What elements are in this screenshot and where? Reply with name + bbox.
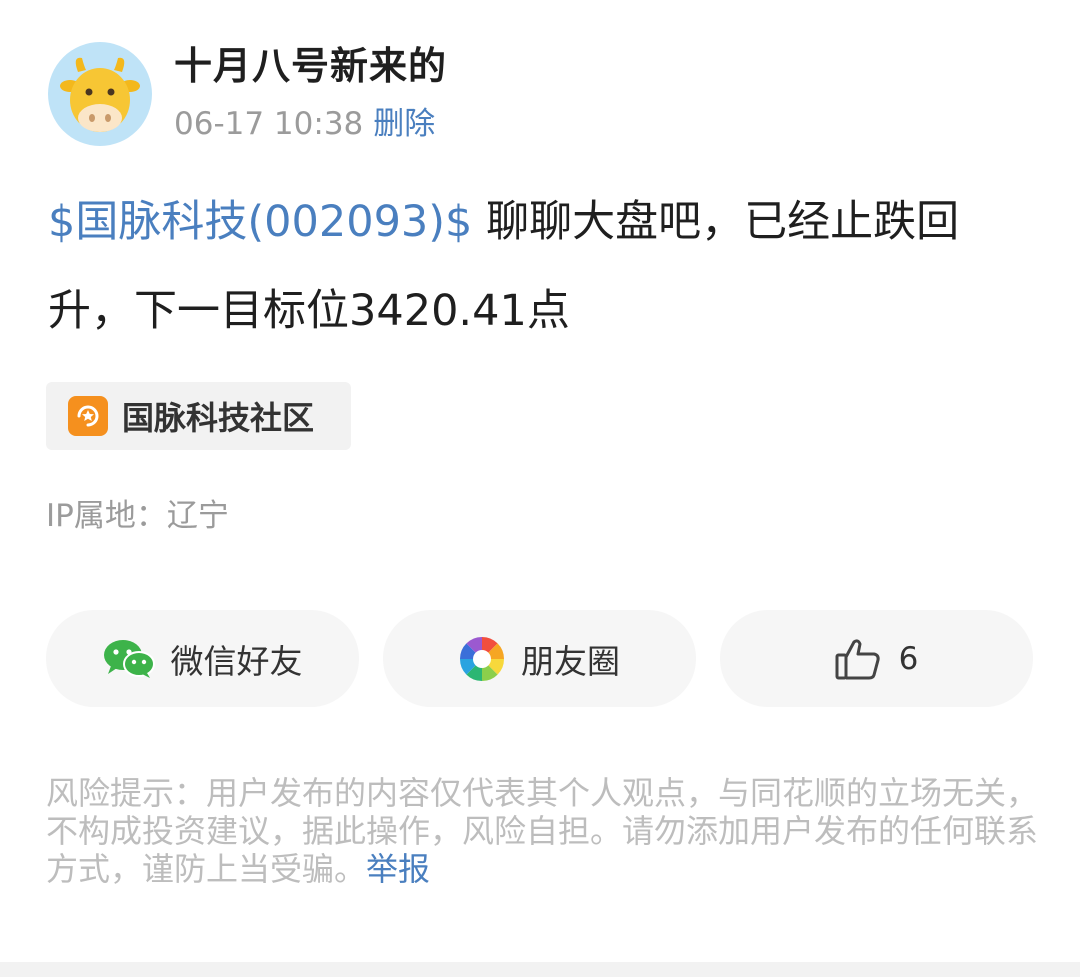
wechat-label: 微信好友 [170, 641, 303, 681]
community-icon [68, 396, 108, 436]
post-detail-page: 十月八号新来的 06-17 10:38 删除 $国脉科技(002093)$ 聊聊大… [0, 0, 1080, 962]
like-count: 6 [898, 640, 919, 677]
post-time: 06-17 10:38 [174, 106, 364, 142]
risk-disclaimer: 风险提示：用户发布的内容仅代表其个人观点，与同花顺的立场无关，不构成投资建议，据… [46, 774, 1038, 888]
post-meta: 06-17 10:38 删除 [174, 102, 435, 146]
post-content: $国脉科技(002093)$ 聊聊大盘吧，已经止跌回升，下一目标位3420.41… [48, 178, 1038, 356]
wechat-icon [103, 639, 155, 678]
bottom-divider [0, 962, 1080, 977]
thumbs-up-icon [835, 638, 880, 679]
moments-label: 朋友圈 [521, 641, 620, 681]
share-wechat-button[interactable]: 微信好友 [46, 610, 359, 707]
username[interactable]: 十月八号新来的 [174, 40, 447, 92]
community-label: 国脉科技社区 [122, 399, 315, 437]
delete-button[interactable]: 删除 [373, 106, 435, 142]
report-link[interactable]: 举报 [366, 850, 430, 888]
moments-icon [459, 636, 505, 681]
ip-location: IP属地：辽宁 [46, 498, 229, 534]
share-moments-button[interactable]: 朋友圈 [383, 610, 696, 707]
community-tag[interactable]: 国脉科技社区 [46, 382, 351, 450]
cow-avatar-icon [60, 57, 140, 132]
avatar[interactable] [48, 42, 152, 146]
disclaimer-text: 风险提示：用户发布的内容仅代表其个人观点，与同花顺的立场无关，不构成投资建议，据… [46, 774, 1039, 888]
like-button[interactable]: 6 [720, 610, 1033, 707]
stock-link[interactable]: $国脉科技(002093)$ [48, 197, 472, 247]
